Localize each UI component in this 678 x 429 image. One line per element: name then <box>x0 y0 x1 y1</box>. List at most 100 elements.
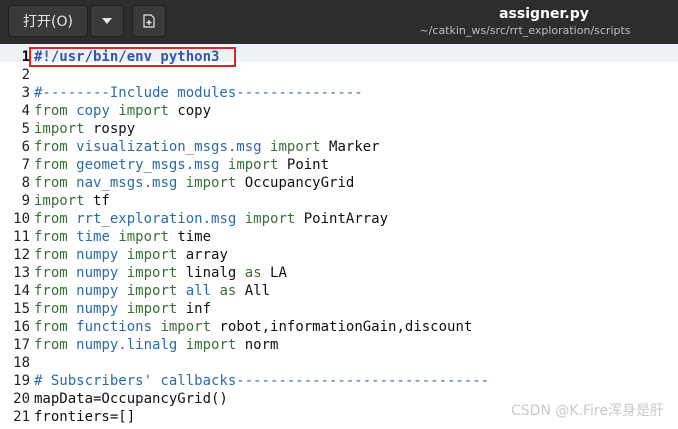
code-token: visualization_msgs.msg <box>76 139 262 155</box>
code-line[interactable]: 2 <box>0 66 678 84</box>
line-number: 5 <box>21 121 30 137</box>
code-token: frontiers=[] <box>34 409 136 425</box>
code-token: time <box>76 229 110 245</box>
code-line[interactable]: 5 import rospy <box>0 120 678 138</box>
code-token: import <box>160 319 212 335</box>
code-line[interactable]: 6 from visualization_msgs.msg import Mark… <box>0 138 678 156</box>
code-token: mapData=OccupancyGrid() <box>34 391 228 407</box>
code-line[interactable]: 17 from numpy.linalg import norm <box>0 336 678 354</box>
code-line[interactable]: 19 # Subscribers' callbacks--------------… <box>0 372 678 390</box>
code-token: OccupancyGrid <box>236 175 355 191</box>
code-token: Marker <box>320 139 380 155</box>
code-token: rospy <box>84 121 136 137</box>
code-line[interactable]: 18 <box>0 354 678 372</box>
code-token: copy <box>76 103 110 119</box>
code-token: # Subscribers' callbacks----------------… <box>34 373 490 389</box>
code-token: from <box>34 229 68 245</box>
code-line[interactable]: 11 from time import time <box>0 228 678 246</box>
code-text: frontiers=[] <box>34 408 135 426</box>
code-editor[interactable]: 1 #!/usr/bin/env python3 2 3 #--------Includ… <box>0 44 678 429</box>
line-number: 16 <box>13 319 30 335</box>
code-token: array <box>177 247 228 263</box>
code-token: #--------Include modules--------------- <box>34 85 363 101</box>
line-number: 12 <box>13 247 30 263</box>
line-number: 10 <box>13 211 30 227</box>
code-line[interactable]: 10 from rrt_exploration.msg import PointA… <box>0 210 678 228</box>
code-text: from numpy import linalg as LA <box>34 264 287 282</box>
code-token: from <box>34 139 68 155</box>
chevron-down-icon <box>102 18 112 24</box>
line-number: 7 <box>21 157 30 173</box>
open-button-label: 打开(O) <box>23 14 73 30</box>
code-text: from geometry_msgs.msg import Point <box>34 156 329 174</box>
code-text: import tf <box>34 192 110 210</box>
code-token: functions <box>76 319 153 335</box>
code-token: all <box>185 283 212 299</box>
code-line[interactable]: 12 from numpy import array <box>0 246 678 264</box>
code-token: linalg <box>177 265 245 281</box>
code-token: from <box>34 319 68 335</box>
code-token: from <box>34 337 68 353</box>
code-token: as <box>244 265 262 281</box>
open-button[interactable]: 打开(O) <box>8 5 88 37</box>
line-number: 6 <box>21 139 30 155</box>
code-text: from numpy import inf <box>34 300 211 318</box>
code-text: from numpy.linalg import norm <box>34 336 278 354</box>
open-menu-button[interactable] <box>90 5 124 37</box>
code-token: geometry_msgs.msg <box>76 157 220 173</box>
code-token: norm <box>236 337 279 353</box>
line-number: 19 <box>13 373 30 389</box>
code-line[interactable]: 1 #!/usr/bin/env python3 <box>0 48 678 66</box>
code-token: from <box>34 265 68 281</box>
code-line[interactable]: 15 from numpy import inf <box>0 300 678 318</box>
code-token: from <box>34 247 68 263</box>
code-token: copy <box>168 103 212 119</box>
code-line[interactable]: 9 import tf <box>0 192 678 210</box>
title-bar: 打开(O) assigner.py ~/catkin_ws/src/rrt_ex… <box>0 0 678 44</box>
code-line[interactable]: 8 from nav_msgs.msg import OccupancyGrid <box>0 174 678 192</box>
code-token: import <box>118 103 169 119</box>
line-number: 13 <box>13 265 30 281</box>
code-token: import <box>126 301 178 317</box>
code-line[interactable]: 7 from geometry_msgs.msg import Point <box>0 156 678 174</box>
code-text: from numpy import array <box>34 246 228 264</box>
line-number: 3 <box>21 85 30 101</box>
code-token: import <box>34 121 85 137</box>
window-title: assigner.py <box>499 6 589 22</box>
line-number: 11 <box>13 229 30 245</box>
code-token: robot,informationGain,discount <box>211 319 473 335</box>
code-token: import <box>244 211 296 227</box>
code-token: from <box>34 103 68 119</box>
code-text: # Subscribers' callbacks----------------… <box>34 372 489 390</box>
line-number: 8 <box>21 175 30 191</box>
new-document-button[interactable] <box>132 5 166 37</box>
code-token: from <box>34 157 68 173</box>
code-line[interactable]: 3 #--------Include modules--------------- <box>0 84 678 102</box>
line-number: 1 <box>21 49 30 65</box>
code-token: PointArray <box>295 211 389 227</box>
code-line[interactable]: 14 from numpy import all as All <box>0 282 678 300</box>
code-line[interactable]: 4 from copy import copy <box>0 102 678 120</box>
code-line[interactable]: 13 from numpy import linalg as LA <box>0 264 678 282</box>
code-text: import rospy <box>34 120 135 138</box>
code-token: All <box>236 283 271 299</box>
watermark: CSDN @K.Fire浑身是肝 <box>511 403 664 419</box>
code-text: from copy import copy <box>34 102 211 120</box>
code-token: numpy <box>76 265 119 281</box>
code-line[interactable]: 16 from functions import robot,informatio… <box>0 318 678 336</box>
